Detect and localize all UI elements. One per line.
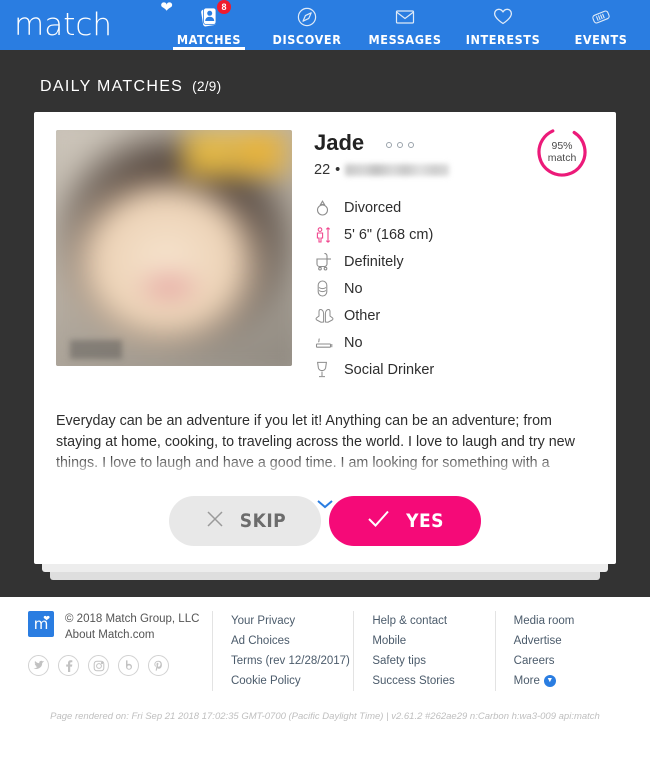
matches-stage: DAILY MATCHES (2/9) Jade 22 • 95% match …	[0, 50, 650, 597]
footer-brand-column: m ❤ © 2018 Match Group, LLC About Match.…	[28, 611, 212, 691]
cigarette-icon	[314, 336, 344, 350]
match-footer-logo: m ❤	[28, 611, 54, 637]
nav-item-discover[interactable]: DISCOVER	[258, 0, 356, 50]
attribute-row: Other	[314, 302, 594, 329]
attribute-row: No	[314, 329, 594, 356]
render-info-text: Page rendered on: Fri Sep 21 2018 17:02:…	[50, 711, 600, 722]
profile-info: Jade 22 • 95% match Divorced 5' 6" (168 …	[292, 127, 594, 383]
attribute-value: No	[344, 280, 363, 297]
footer-link[interactable]: Media room	[514, 611, 636, 631]
profile-age: 22	[314, 162, 331, 178]
heart-icon: ❤	[43, 614, 50, 623]
about-link[interactable]: About Match.com	[65, 627, 199, 643]
nav-label-events: EVENTS	[574, 31, 628, 47]
match-percentage-ring: 95% match	[536, 126, 588, 178]
match-percent-value: 95%	[551, 139, 573, 152]
chevron-down-circle-icon: ▼	[543, 675, 556, 687]
action-buttons: SKIP YES	[34, 496, 616, 546]
footer-link[interactable]: Your Privacy	[231, 611, 353, 631]
matches-card-icon: 8	[197, 0, 231, 28]
copyright-text: © 2018 Match Group, LLC	[65, 613, 200, 625]
attribute-value: Divorced	[344, 199, 402, 216]
nav-label-interests: INTERESTS	[465, 31, 541, 47]
more-options-icon[interactable]	[386, 138, 415, 148]
nav-label-discover: DISCOVER	[272, 31, 342, 47]
footer-more-label: More	[513, 675, 540, 687]
nav-label-matches: MATCHES	[176, 31, 242, 47]
stroller-icon	[314, 252, 344, 271]
attribute-value: Other	[344, 307, 381, 324]
blog-icon[interactable]	[118, 655, 139, 676]
top-navigation-bar: match ❤ 8 MATCHES DISCOVER MESSAGES INTE…	[0, 0, 650, 50]
profile-card-stack: Jade 22 • 95% match Divorced 5' 6" (168 …	[34, 112, 616, 580]
wine-glass-icon	[314, 360, 344, 379]
footer-links-column-1: Your Privacy Ad Choices Terms (rev 12/28…	[211, 611, 353, 691]
praying-hands-icon	[314, 307, 344, 324]
instagram-icon[interactable]	[88, 655, 109, 676]
nav-item-events[interactable]: EVENTS	[552, 0, 650, 50]
profile-bio-container: Everyday can be an adventure if you let …	[56, 411, 594, 489]
attribute-row: Social Drinker	[314, 356, 594, 383]
envelope-icon	[393, 6, 417, 28]
pinterest-icon[interactable]	[148, 655, 169, 676]
attribute-value: Social Drinker	[344, 361, 435, 378]
footer-link[interactable]: Success Stories	[372, 671, 494, 691]
nav-item-interests[interactable]: INTERESTS	[454, 0, 552, 50]
check-icon	[366, 508, 392, 534]
nav-item-matches[interactable]: 8 MATCHES	[160, 0, 258, 50]
skip-button[interactable]: SKIP	[169, 496, 321, 546]
footer-link[interactable]: Cookie Policy	[231, 671, 353, 691]
attribute-value: No	[344, 334, 363, 351]
profile-attributes: Divorced 5' 6" (168 cm) Definitely No Ot…	[314, 194, 594, 383]
nav-label-messages: MESSAGES	[368, 31, 442, 47]
attribute-row: Definitely	[314, 248, 594, 275]
footer-link[interactable]: Terms (rev 12/28/2017)	[231, 651, 353, 671]
yes-button-label: YES	[406, 510, 444, 532]
profile-photo[interactable]	[56, 130, 292, 366]
close-x-icon	[204, 508, 226, 534]
matches-badge-count: 8	[217, 0, 231, 14]
attribute-value: 5' 6" (168 cm)	[344, 226, 434, 243]
logo-wordmark: match	[14, 6, 113, 43]
ticket-icon	[589, 6, 613, 28]
nav-items: 8 MATCHES DISCOVER MESSAGES INTERESTS EV…	[160, 0, 650, 50]
match-logo[interactable]: match ❤	[0, 0, 173, 50]
match-progress-count: (2/9)	[192, 79, 222, 94]
profile-name: Jade	[314, 130, 365, 155]
footer-link[interactable]: Ad Choices	[231, 631, 353, 651]
nav-item-messages[interactable]: MESSAGES	[356, 0, 454, 50]
footer-link[interactable]: Safety tips	[372, 651, 494, 671]
attribute-value: Definitely	[344, 253, 404, 270]
heart-outline-icon	[491, 6, 515, 28]
yes-button[interactable]: YES	[329, 496, 481, 546]
skip-button-label: SKIP	[239, 510, 287, 532]
footer-links-column-3: Media room Advertise Careers More ▼	[494, 611, 636, 691]
attribute-row: 5' 6" (168 cm)	[314, 221, 594, 248]
facebook-icon[interactable]	[58, 655, 79, 676]
twitter-icon[interactable]	[28, 655, 49, 676]
page-title: DAILY MATCHES	[40, 78, 184, 95]
page-footer: m ❤ © 2018 Match Group, LLC About Match.…	[0, 597, 650, 781]
footer-link[interactable]: Help & contact	[372, 611, 494, 631]
match-percent-label: match	[547, 152, 577, 164]
attribute-row: Divorced	[314, 194, 594, 221]
footer-more-link[interactable]: More ▼	[514, 671, 636, 691]
footer-link[interactable]: Mobile	[372, 631, 494, 651]
footer-link[interactable]: Advertise	[514, 631, 636, 651]
attribute-row: No	[314, 275, 594, 302]
daily-matches-header: DAILY MATCHES (2/9)	[14, 50, 636, 112]
body-type-icon	[314, 279, 344, 298]
ring-icon	[314, 198, 344, 217]
footer-link[interactable]: Careers	[514, 651, 636, 671]
profile-bio: Everyday can be an adventure if you let …	[56, 413, 575, 471]
separator-dot: •	[335, 162, 341, 178]
profile-location-redacted	[345, 164, 450, 176]
compass-icon	[296, 6, 318, 28]
footer-links-column-2: Help & contact Mobile Safety tips Succes…	[353, 611, 494, 691]
social-links	[28, 655, 212, 676]
height-icon	[314, 225, 344, 244]
